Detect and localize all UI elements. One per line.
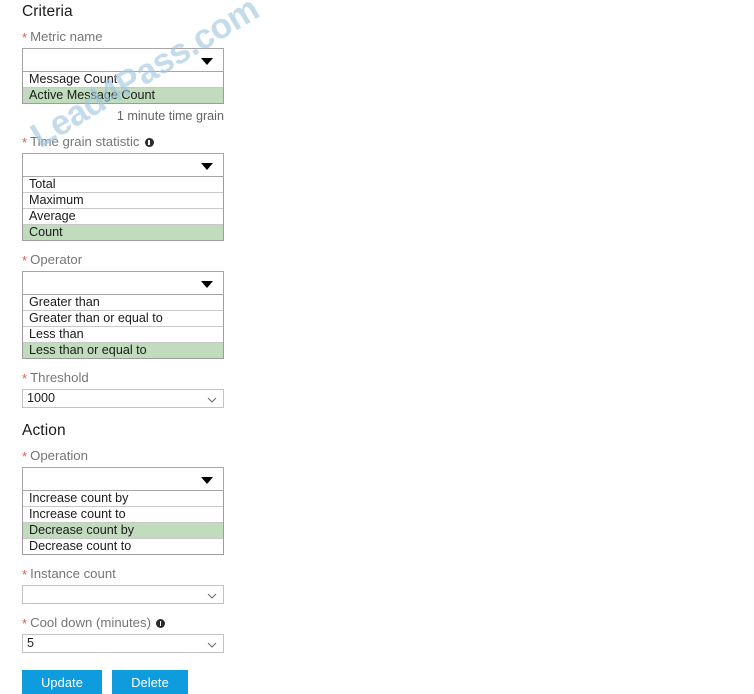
field-metric-name: * Metric name Message Count Active Messa… — [22, 28, 224, 124]
chevron-down-icon[interactable] — [207, 395, 217, 403]
required-asterisk-icon: * — [22, 30, 28, 45]
field-cool-down: * Cool down (minutes) 5 — [22, 614, 224, 653]
field-instance-count: * Instance count — [22, 565, 224, 604]
action-heading: Action — [22, 422, 66, 439]
list-item[interactable]: Average — [23, 209, 223, 225]
operator-dropdown[interactable]: Greater than Greater than or equal to Le… — [22, 271, 224, 359]
autoscale-rule-form-page: Criteria * Metric name Message Count Act… — [0, 0, 754, 694]
metric-name-option-list[interactable]: Message Count Active Message Count — [22, 72, 224, 104]
cool-down-value: 5 — [27, 636, 35, 650]
criteria-heading: Criteria — [22, 3, 73, 20]
cool-down-input[interactable]: 5 — [22, 634, 224, 653]
list-item[interactable]: Decrease count by — [23, 523, 223, 539]
action-section: Action * Operation Increase count by Inc… — [22, 421, 224, 694]
required-asterisk-icon: * — [22, 135, 28, 150]
list-item[interactable]: Active Message Count — [23, 88, 223, 103]
time-grain-statistic-label: * Time grain statistic — [22, 133, 224, 150]
list-item[interactable]: Less than — [23, 327, 223, 343]
operation-dropdown[interactable]: Increase count by Increase count to Decr… — [22, 467, 224, 555]
list-item[interactable]: Greater than — [23, 295, 223, 311]
list-item[interactable]: Maximum — [23, 193, 223, 209]
operation-select[interactable] — [22, 467, 224, 491]
instance-count-label-text: Instance count — [30, 566, 116, 581]
required-asterisk-icon: * — [22, 616, 28, 631]
operation-label-text: Operation — [30, 448, 88, 463]
operator-label: * Operator — [22, 251, 224, 268]
caret-down-icon[interactable] — [201, 477, 213, 484]
caret-down-icon[interactable] — [201, 281, 213, 288]
required-asterisk-icon: * — [22, 567, 28, 582]
operator-option-list[interactable]: Greater than Greater than or equal to Le… — [22, 295, 224, 359]
threshold-input[interactable]: 1000 — [22, 389, 224, 408]
metric-name-label: * Metric name — [22, 28, 224, 45]
time-grain-statistic-dropdown[interactable]: Total Maximum Average Count — [22, 153, 224, 241]
info-icon[interactable] — [156, 619, 165, 628]
list-item[interactable]: Count — [23, 225, 223, 240]
delete-button[interactable]: Delete — [112, 670, 188, 694]
operator-label-text: Operator — [30, 252, 83, 267]
metric-name-select[interactable] — [22, 48, 224, 72]
list-item[interactable]: Increase count to — [23, 507, 223, 523]
time-grain-statistic-select[interactable] — [22, 153, 224, 177]
cool-down-label-text: Cool down (minutes) — [30, 615, 151, 630]
list-item[interactable]: Increase count by — [23, 491, 223, 507]
caret-down-icon[interactable] — [201, 163, 213, 170]
threshold-value: 1000 — [27, 391, 56, 405]
operation-label: * Operation — [22, 447, 224, 464]
required-asterisk-icon: * — [22, 449, 28, 464]
field-operation: * Operation Increase count by Increase c… — [22, 447, 224, 555]
required-asterisk-icon: * — [22, 253, 28, 268]
operation-option-list[interactable]: Increase count by Increase count to Decr… — [22, 491, 224, 555]
metric-name-dropdown[interactable]: Message Count Active Message Count — [22, 48, 224, 104]
list-item[interactable]: Decrease count to — [23, 539, 223, 554]
metric-name-helper-text: 1 minute time grain — [116, 109, 224, 123]
field-operator: * Operator Greater than Greater than or … — [22, 251, 224, 359]
metric-name-label-text: Metric name — [30, 29, 103, 44]
cool-down-label: * Cool down (minutes) — [22, 614, 224, 631]
threshold-label: * Threshold — [22, 369, 224, 386]
field-threshold: * Threshold 1000 — [22, 369, 224, 408]
instance-count-label: * Instance count — [22, 565, 224, 582]
update-button[interactable]: Update — [22, 670, 102, 694]
time-grain-statistic-label-text: Time grain statistic — [30, 134, 140, 149]
list-item[interactable]: Greater than or equal to — [23, 311, 223, 327]
list-item[interactable]: Total — [23, 177, 223, 193]
caret-down-icon[interactable] — [201, 58, 213, 65]
threshold-label-text: Threshold — [30, 370, 89, 385]
list-item[interactable]: Less than or equal to — [23, 343, 223, 358]
required-asterisk-icon: * — [22, 371, 28, 386]
instance-count-input[interactable] — [22, 585, 224, 604]
operator-select[interactable] — [22, 271, 224, 295]
form-actions: Update Delete — [22, 670, 224, 694]
chevron-down-icon[interactable] — [207, 640, 217, 648]
criteria-section: Criteria * Metric name Message Count Act… — [22, 2, 224, 408]
field-time-grain-statistic: * Time grain statistic Total Maximum Ave… — [22, 133, 224, 241]
chevron-down-icon[interactable] — [207, 591, 217, 599]
list-item[interactable]: Message Count — [23, 72, 223, 88]
info-icon[interactable] — [144, 138, 154, 147]
time-grain-statistic-option-list[interactable]: Total Maximum Average Count — [22, 177, 224, 241]
